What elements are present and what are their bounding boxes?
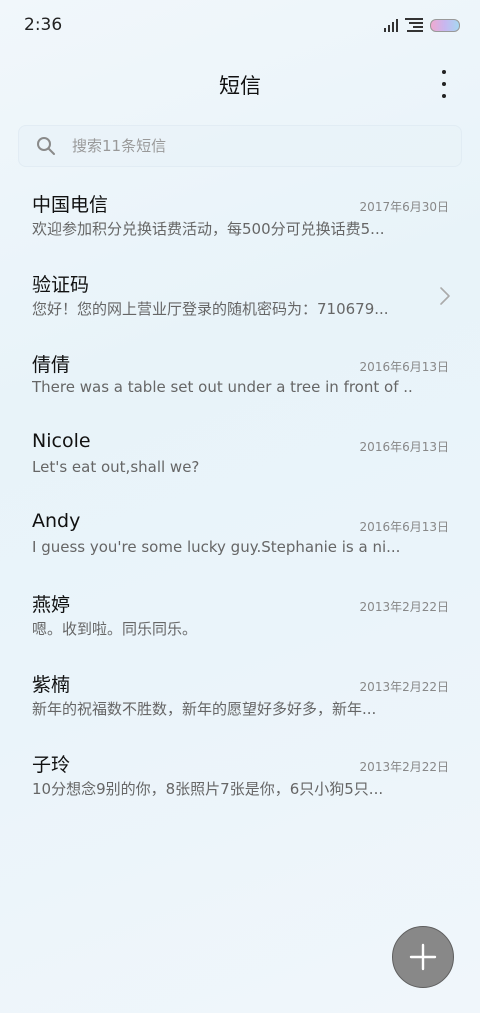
conversation-item[interactable]: Andy 2016年6月13日 I guess you're some luck…	[0, 496, 480, 576]
conversation-date: 2016年6月13日	[359, 520, 449, 534]
conversation-date: 2016年6月13日	[359, 360, 449, 374]
wifi-icon	[405, 18, 423, 32]
conversation-item[interactable]: 燕婷 2013年2月22日 嗯。收到啦。同乐同乐。	[0, 576, 480, 656]
conversation-date: 2013年2月22日	[359, 680, 449, 694]
signal-icon	[384, 18, 398, 32]
status-bar: 2:36	[0, 0, 480, 52]
conversation-preview: Let's eat out,shall we?	[32, 458, 200, 476]
conversation-item[interactable]: 倩倩 2016年6月13日 There was a table set out …	[0, 336, 480, 416]
conversation-item[interactable]: Nicole 2016年6月13日 Let's eat out,shall we…	[0, 416, 480, 496]
conversation-preview: 嗯。收到啦。同乐同乐。	[32, 620, 198, 638]
status-icons	[384, 18, 460, 32]
conversation-item[interactable]: 中国电信 2017年6月30日 欢迎参加积分兑换话费活动，每500分可兑换话费5…	[0, 176, 480, 256]
conversation-item[interactable]: 子玲 2013年2月22日 10分想念9别的你，8张照片7张是你，6只小狗5只.…	[0, 736, 480, 816]
compose-button[interactable]	[392, 926, 454, 988]
plus-icon	[409, 943, 437, 971]
conversation-name: 子玲	[32, 754, 71, 776]
battery-icon	[430, 18, 460, 32]
search-input[interactable]	[72, 125, 452, 167]
conversation-preview: 10分想念9别的你，8张照片7张是你，6只小狗5只...	[32, 780, 384, 798]
conversation-name: 紫楠	[32, 674, 71, 696]
conversation-date: 2017年6月30日	[359, 200, 449, 214]
status-time: 2:36	[24, 15, 63, 35]
conversation-date: 2016年6月13日	[359, 440, 449, 454]
conversation-name: 中国电信	[32, 194, 109, 216]
conversation-preview: 新年的祝福数不胜数，新年的愿望好多好多，新年...	[32, 700, 377, 718]
conversation-preview: 您好！您的网上营业厅登录的随机密码为：710679...	[32, 300, 389, 318]
conversation-item[interactable]: 紫楠 2013年2月22日 新年的祝福数不胜数，新年的愿望好多好多，新年...	[0, 656, 480, 736]
conversation-item[interactable]: 验证码 您好！您的网上营业厅登录的随机密码为：710679...	[0, 256, 480, 336]
search-icon	[37, 137, 55, 155]
page-title: 短信	[219, 74, 261, 98]
conversation-name: Andy	[32, 510, 81, 532]
app-bar: 短信	[0, 52, 480, 116]
conversation-name: 倩倩	[32, 354, 71, 376]
conversation-date: 2013年2月22日	[359, 760, 449, 774]
conversation-date: 2013年2月22日	[359, 600, 449, 614]
chevron-right-icon	[440, 287, 450, 305]
conversation-preview: There was a table set out under a tree i…	[32, 378, 412, 396]
conversation-name: Nicole	[32, 430, 91, 452]
search-bar[interactable]	[18, 125, 462, 167]
more-vertical-icon[interactable]	[432, 70, 456, 98]
conversation-list: 中国电信 2017年6月30日 欢迎参加积分兑换话费活动，每500分可兑换话费5…	[0, 176, 480, 816]
conversation-preview: I guess you're some lucky guy.Stephanie …	[32, 538, 401, 556]
conversation-preview: 欢迎参加积分兑换话费活动，每500分可兑换话费5...	[32, 220, 385, 238]
conversation-name: 验证码	[32, 274, 90, 296]
conversation-name: 燕婷	[32, 594, 71, 616]
